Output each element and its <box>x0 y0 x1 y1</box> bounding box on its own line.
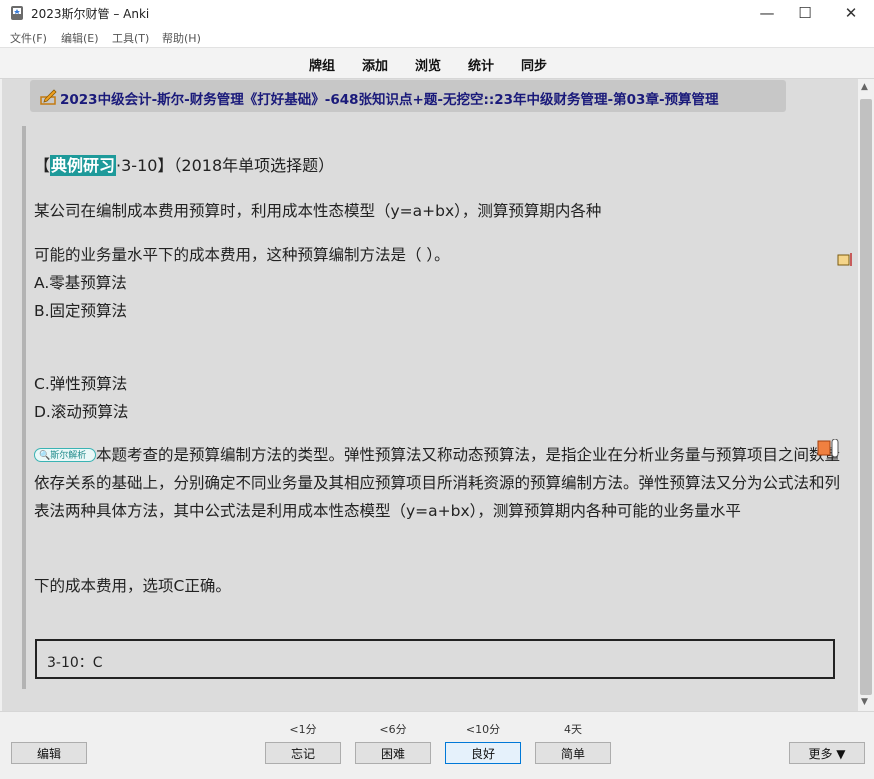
title-tag: 典例研习 <box>50 155 117 176</box>
menu-tools[interactable]: 工具(T) <box>112 30 149 46</box>
card-left-border <box>22 126 26 689</box>
analysis-badge: 🔍斯尔解析 <box>34 448 96 462</box>
more-button[interactable]: 更多 ▼ <box>789 742 865 764</box>
toolbar-browse[interactable]: 浏览 <box>415 55 441 74</box>
scroll-up-arrow-icon[interactable]: ▲ <box>861 82 868 92</box>
edit-note-icon[interactable] <box>837 251 853 267</box>
toolbar-decks[interactable]: 牌组 <box>309 55 335 74</box>
menu-bar: 文件(F) 编辑(E) 工具(T) 帮助(H) <box>0 26 874 48</box>
toolbar-stats[interactable]: 统计 <box>468 55 494 74</box>
interval-easy: 4天 <box>564 723 582 736</box>
window-title: 2023斯尔财管 – Anki <box>31 7 150 21</box>
vertical-scrollbar[interactable]: ▲ ▼ <box>858 79 874 711</box>
option-c: C.弹性预算法 <box>34 375 128 393</box>
good-button[interactable]: 良好 <box>445 742 521 764</box>
option-a: A.零基预算法 <box>34 274 127 292</box>
toolbar-add[interactable]: 添加 <box>362 55 388 74</box>
question-title: 【典例研习·3-10】（2018年单项选择题） <box>34 152 334 176</box>
scroll-down-arrow-icon[interactable]: ▼ <box>861 697 868 707</box>
menu-file[interactable]: 文件(F) <box>10 30 47 46</box>
review-bottom-bar: 编辑 <1分 <6分 <10分 4天 忘记 困难 良好 简单 更多 ▼ <box>0 711 874 779</box>
again-button[interactable]: 忘记 <box>265 742 341 764</box>
answer-box: 3-10：C <box>35 639 835 679</box>
option-b: B.固定预算法 <box>34 302 128 320</box>
easy-button[interactable]: 简单 <box>535 742 611 764</box>
interval-again: <1分 <box>289 723 317 736</box>
scroll-thumb[interactable] <box>860 99 872 695</box>
edit-button[interactable]: 编辑 <box>11 742 87 764</box>
analysis-paragraph: 🔍斯尔解析 本题考查的是预算编制方法的类型。弹性预算法又称动态预算法，是指企业在分… <box>34 441 844 525</box>
question-line-2: 可能的业务量水平下的成本费用，这种预算编制方法是（ ）。 <box>34 246 450 264</box>
interval-hard: <6分 <box>379 723 407 736</box>
deck-path: 2023中级会计-斯尔-财务管理《打好基础》-648张知识点+题-无挖空::23… <box>60 92 719 108</box>
question-line-1: 某公司在编制成本费用预算时，利用成本性态模型（y=a+bx），测算预算期内各种 <box>34 202 602 220</box>
close-button[interactable]: ✕ <box>828 0 874 26</box>
option-d: D.滚动预算法 <box>34 403 129 421</box>
analysis-badge-label: 斯尔解析 <box>50 451 87 461</box>
anki-app-icon <box>11 6 23 20</box>
flag-toggle-icon[interactable] <box>817 439 839 459</box>
title-bar: 2023斯尔财管 – Anki — ☐ ✕ <box>0 0 874 26</box>
toolbar-sync[interactable]: 同步 <box>521 55 547 74</box>
card-content: 2023中级会计-斯尔-财务管理《打好基础》-648张知识点+题-无挖空::23… <box>2 79 858 711</box>
hard-button[interactable]: 困难 <box>355 742 431 764</box>
title-suffix: ·3-10】（2018年单项选择题） <box>116 156 335 175</box>
deck-path-bar: 2023中级会计-斯尔-财务管理《打好基础》-648张知识点+题-无挖空::23… <box>30 80 786 112</box>
interval-good: <10分 <box>465 723 501 736</box>
pencil-icon <box>40 89 57 105</box>
menu-edit[interactable]: 编辑(E) <box>61 30 99 46</box>
menu-help[interactable]: 帮助(H) <box>162 30 201 46</box>
main-toolbar: 牌组 添加 浏览 统计 同步 <box>0 48 874 79</box>
analysis-text: 本题考查的是预算编制方法的类型。弹性预算法又称动态预算法，是指企业在分析业务量与… <box>34 446 841 520</box>
answer-text: 3-10：C <box>47 655 103 671</box>
analysis-tail: 下的成本费用，选项C正确。 <box>34 577 231 595</box>
maximize-button[interactable]: ☐ <box>782 0 828 26</box>
title-bracket: 【 <box>34 156 51 175</box>
